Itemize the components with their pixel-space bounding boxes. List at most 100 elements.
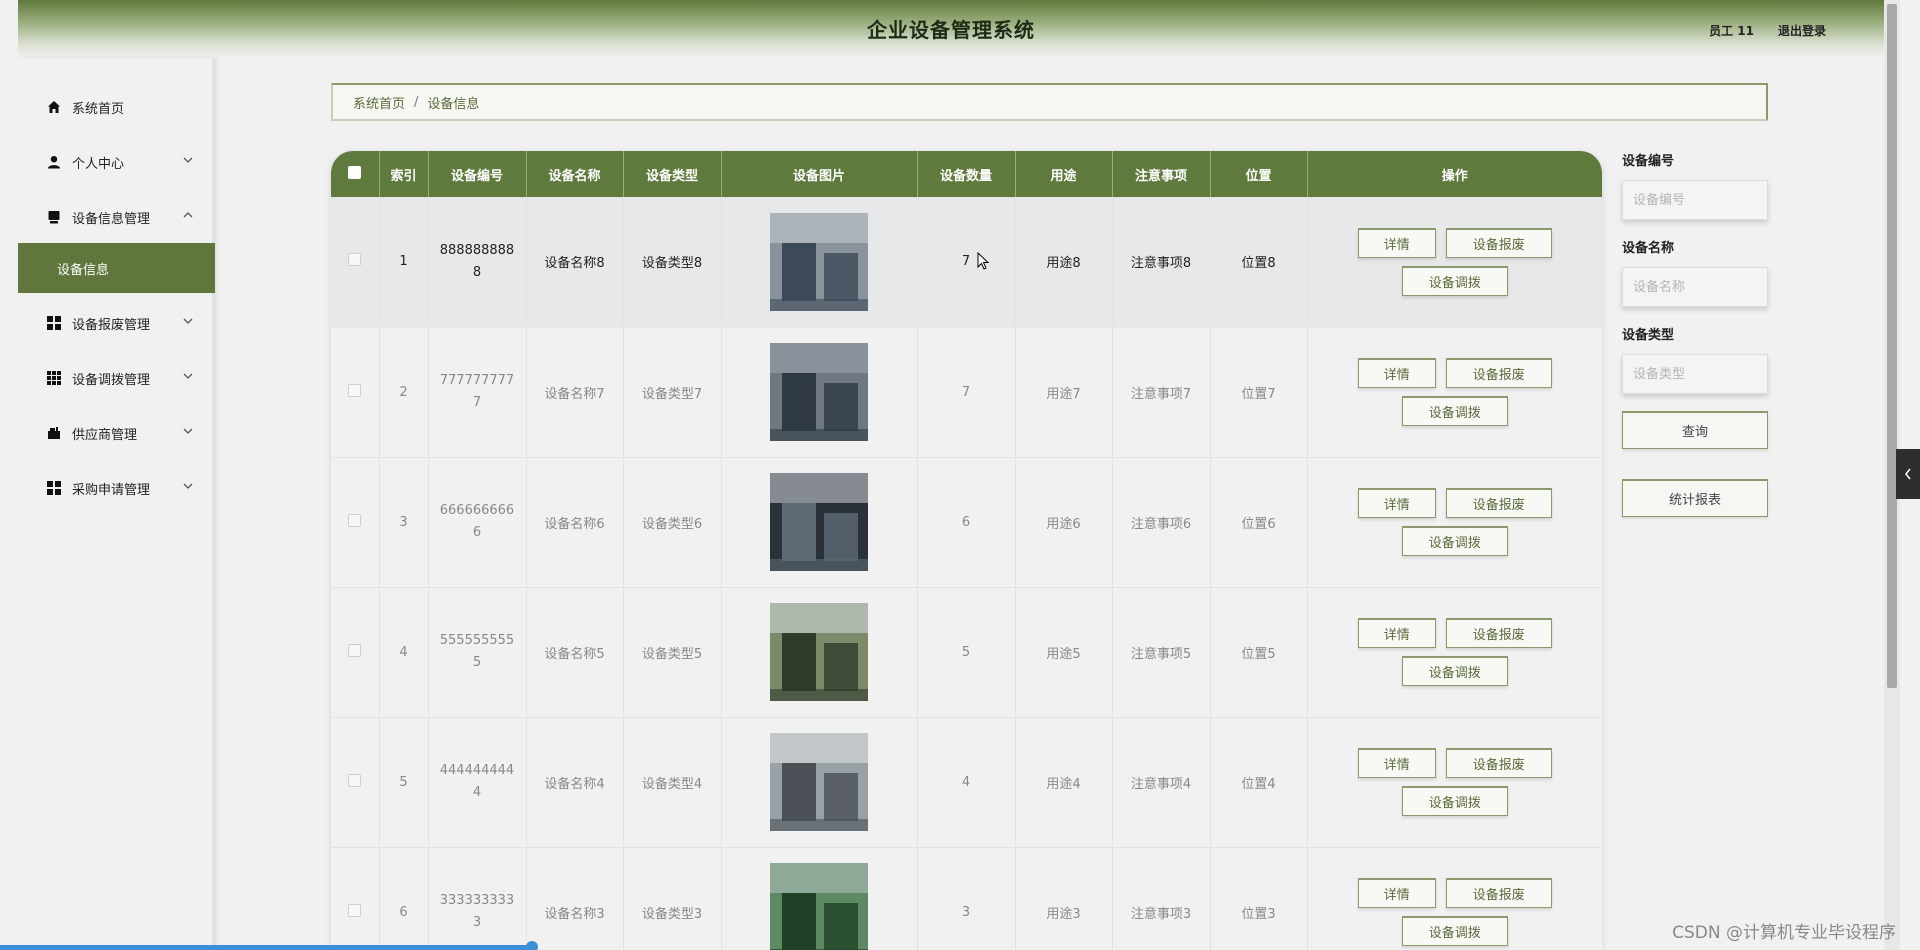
notes-cell: 注意事项8 [1112, 197, 1211, 327]
breadcrumb: 系统首页 / 设备信息 [331, 83, 1768, 121]
index-cell: 6 [379, 847, 429, 950]
mouse-cursor-icon [977, 252, 990, 270]
quantity-cell: 5 [917, 587, 1016, 717]
row-actions: 详情 设备报废 设备调拨 [1350, 488, 1560, 556]
code-cell: 4444444444 [428, 717, 527, 847]
name-cell: 设备名称6 [526, 457, 624, 587]
user-icon [46, 154, 62, 170]
chevron-down-icon [183, 315, 193, 328]
code-search-input[interactable] [1622, 180, 1768, 220]
select-all-checkbox[interactable] [348, 165, 362, 179]
row-checkbox[interactable] [348, 383, 362, 397]
code-cell: 3333333333 [428, 847, 527, 950]
sidebar-item-device-info[interactable]: 设备信息 [18, 243, 215, 293]
sidebar-item-label: 供应商管理 [72, 427, 138, 443]
statistics-report-button[interactable]: 统计报表 [1622, 479, 1768, 517]
progress-handle[interactable] [526, 941, 538, 950]
quantity-cell: 6 [917, 457, 1016, 587]
column-header: 设备名称 [526, 151, 624, 197]
detail-button[interactable]: 详情 [1357, 618, 1436, 648]
grid9-icon [46, 370, 62, 386]
row-select-cell [331, 587, 380, 717]
table-row[interactable]: 1 8888888888 设备名称8 设备类型8 7 用途8 注意事项8 位置8… [331, 197, 1602, 327]
row-select-cell [331, 847, 380, 950]
name-cell: 设备名称4 [526, 717, 624, 847]
location-cell: 位置8 [1210, 197, 1308, 327]
transfer-button[interactable]: 设备调拨 [1401, 656, 1508, 686]
name-search-input[interactable] [1622, 267, 1768, 307]
sidebar-item-home[interactable]: 系统首页 [18, 87, 215, 127]
detail-button[interactable]: 详情 [1357, 227, 1436, 258]
progress-bar [0, 945, 535, 950]
actions-cell: 详情 设备报废 设备调拨 [1307, 587, 1602, 717]
app-title: 企业设备管理系统 [867, 18, 1035, 42]
use-cell: 用途4 [1015, 717, 1113, 847]
actions-cell: 详情 设备报废 设备调拨 [1307, 197, 1602, 327]
row-checkbox[interactable] [348, 643, 362, 657]
sidebar-item-label: 采购申请管理 [72, 482, 151, 498]
scrap-button[interactable]: 设备报废 [1445, 748, 1552, 778]
current-user: 员工 11 [1709, 24, 1754, 38]
sidebar-item-device-info-mgmt[interactable]: 设备信息管理 [18, 197, 215, 237]
device-photo[interactable] [770, 863, 868, 950]
scrollbar-thumb[interactable] [1887, 4, 1897, 688]
index-cell: 5 [379, 717, 429, 847]
device-photo[interactable] [770, 343, 868, 441]
row-checkbox[interactable] [348, 253, 362, 267]
detail-button[interactable]: 详情 [1357, 488, 1436, 518]
row-actions: 详情 设备报废 设备调拨 [1350, 748, 1560, 816]
scrap-button[interactable]: 设备报废 [1445, 488, 1552, 518]
detail-button[interactable]: 详情 [1357, 878, 1436, 908]
transfer-button[interactable]: 设备调拨 [1401, 396, 1508, 426]
row-checkbox[interactable] [348, 513, 362, 527]
sidebar-item-transfer-mgmt[interactable]: 设备调拨管理 [18, 358, 215, 398]
sidebar-item-label: 设备信息管理 [72, 211, 151, 227]
device-code: 8888888888 [439, 242, 515, 280]
type-cell: 设备类型8 [623, 197, 722, 327]
supplier-icon [46, 425, 62, 441]
actions-cell: 详情 设备报废 设备调拨 [1307, 327, 1602, 457]
type-search-input[interactable] [1622, 354, 1768, 394]
sidebar-item-personal[interactable]: 个人中心 [18, 142, 215, 182]
image-cell [721, 327, 918, 457]
chevron-left-icon[interactable] [1896, 449, 1920, 499]
transfer-button[interactable]: 设备调拨 [1401, 786, 1508, 816]
sidebar-item-supplier-mgmt[interactable]: 供应商管理 [18, 413, 215, 453]
row-checkbox[interactable] [348, 773, 362, 787]
device-photo[interactable] [770, 473, 868, 571]
use-cell: 用途5 [1015, 587, 1113, 717]
row-checkbox[interactable] [348, 903, 362, 917]
index-cell: 2 [379, 327, 429, 457]
transfer-button[interactable]: 设备调拨 [1401, 265, 1508, 296]
top-header: 企业设备管理系统 员工 11 退出登录 [18, 0, 1884, 58]
device-photo[interactable] [770, 603, 868, 701]
column-header: 注意事项 [1112, 151, 1211, 197]
table-row[interactable]: 3 6666666666 设备名称6 设备类型6 6 用途6 注意事项6 位置6… [331, 457, 1602, 587]
name-cell: 设备名称3 [526, 847, 624, 950]
scrap-button[interactable]: 设备报废 [1445, 227, 1552, 258]
table-row[interactable]: 4 5555555555 设备名称5 设备类型5 5 用途5 注意事项5 位置5… [331, 587, 1602, 717]
device-code: 5555555555 [439, 633, 515, 670]
table-row[interactable]: 6 3333333333 设备名称3 设备类型3 3 用途3 注意事项3 位置3… [331, 847, 1602, 950]
device-photo[interactable] [770, 212, 868, 311]
transfer-button[interactable]: 设备调拨 [1401, 916, 1508, 946]
transfer-button[interactable]: 设备调拨 [1401, 526, 1508, 556]
sidebar-item-label: 个人中心 [72, 156, 125, 172]
type-cell: 设备类型4 [623, 717, 722, 847]
query-button[interactable]: 查询 [1622, 411, 1768, 449]
actions-cell: 详情 设备报废 设备调拨 [1307, 847, 1602, 950]
device-photo[interactable] [770, 733, 868, 831]
location-cell: 位置7 [1210, 327, 1308, 457]
logout-link[interactable]: 退出登录 [1778, 22, 1826, 39]
detail-button[interactable]: 详情 [1357, 358, 1436, 388]
sidebar-item-purchase-mgmt[interactable]: 采购申请管理 [18, 468, 215, 508]
scrap-button[interactable]: 设备报废 [1445, 878, 1552, 908]
table-row[interactable]: 5 4444444444 设备名称4 设备类型4 4 用途4 注意事项4 位置4… [331, 717, 1602, 847]
table-row[interactable]: 2 7777777777 设备名称7 设备类型7 7 用途7 注意事项7 位置7… [331, 327, 1602, 457]
scrap-button[interactable]: 设备报废 [1445, 358, 1552, 388]
detail-button[interactable]: 详情 [1357, 748, 1436, 778]
scrap-button[interactable]: 设备报废 [1445, 618, 1552, 648]
sidebar-item-scrap-mgmt[interactable]: 设备报废管理 [18, 303, 215, 343]
breadcrumb-home-link[interactable]: 系统首页 [353, 93, 405, 112]
notes-cell: 注意事项7 [1112, 327, 1211, 457]
